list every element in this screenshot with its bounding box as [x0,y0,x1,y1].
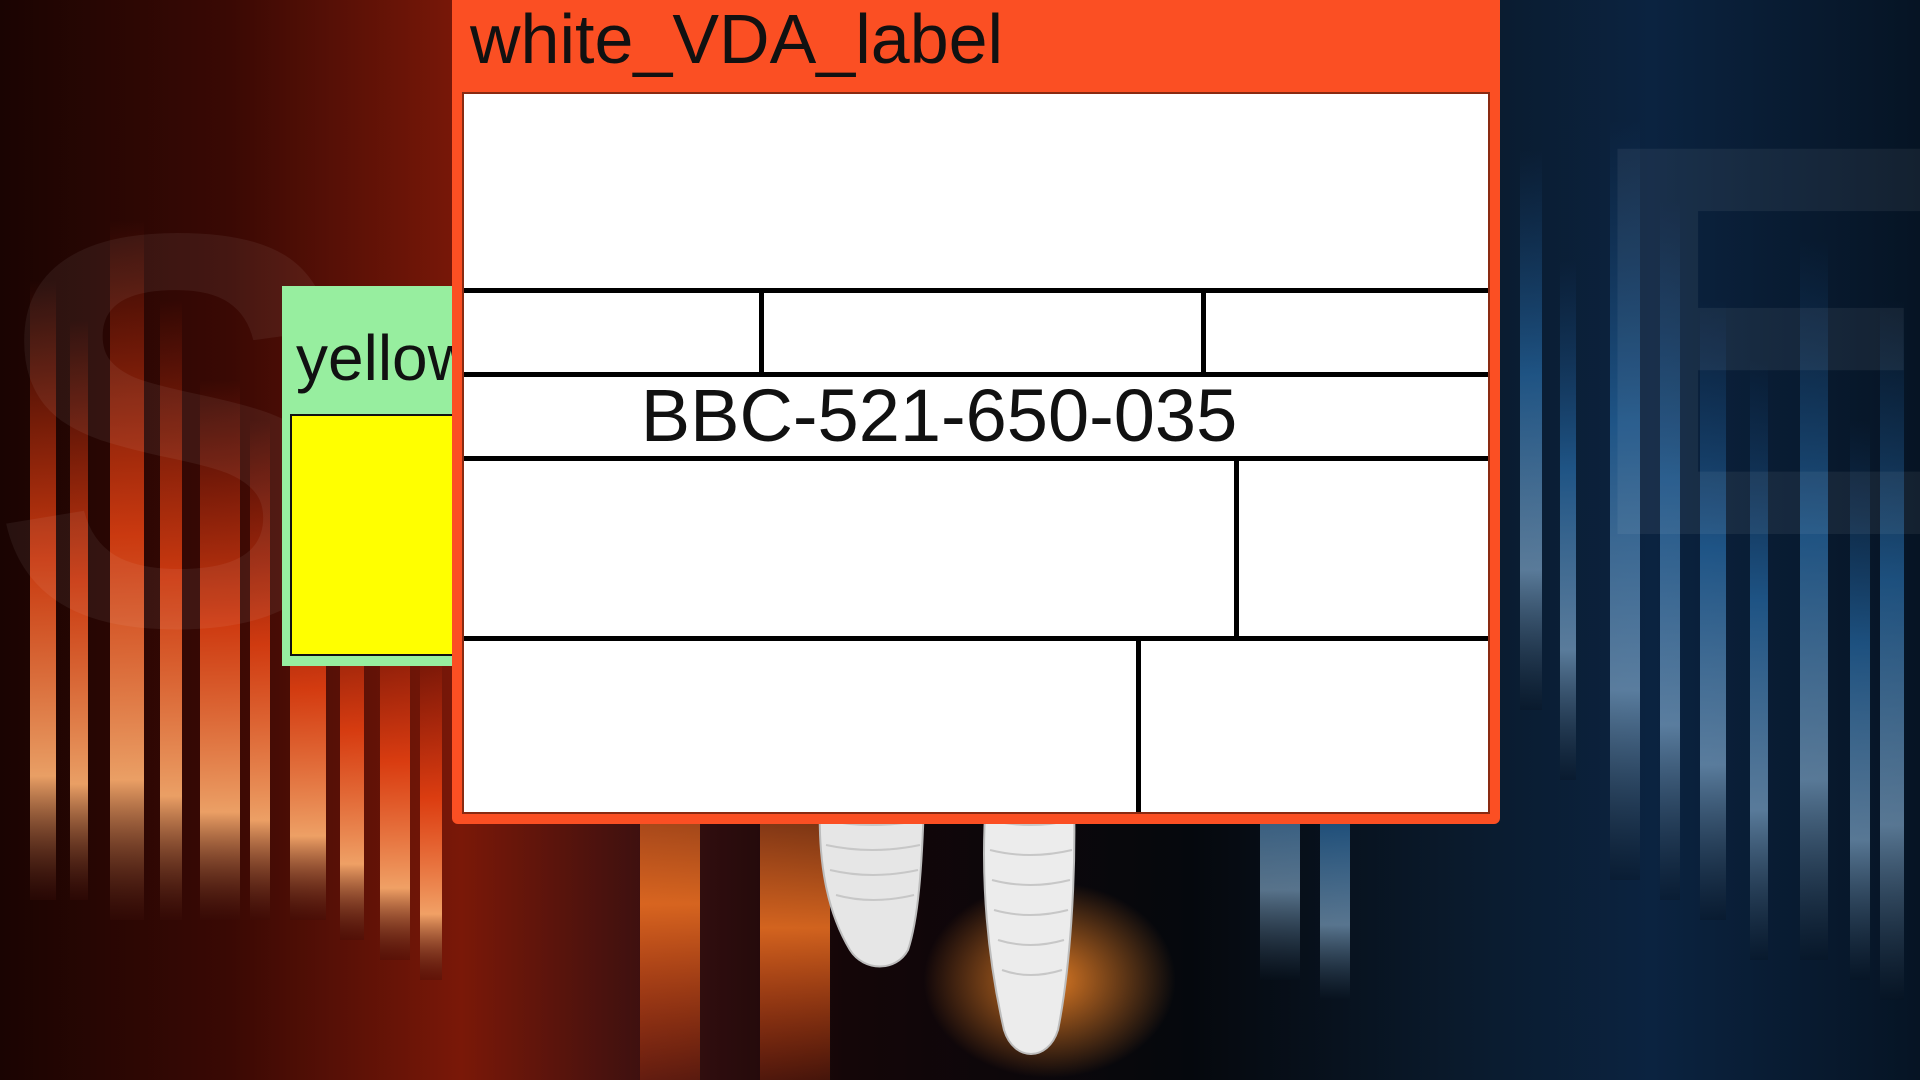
yellow-window[interactable]: yellow [282,286,474,666]
astronaut-figure [818,800,1076,1055]
label-cell-divider-d [1136,638,1141,812]
desktop-background: S E yellow white_VDA_label BBC-521-650-0… [0,0,1920,1080]
label-cell-divider-c [1234,458,1239,638]
label-cell-divider-b [1201,290,1206,374]
label-divider-4 [464,636,1488,641]
vda-label-window[interactable]: white_VDA_label BBC-521-650-035 [452,0,1500,824]
vda-label-window-title: white_VDA_label [470,0,1004,78]
yellow-window-content[interactable] [290,414,472,656]
label-code-text: BBC-521-650-035 [640,374,1238,457]
vda-label-card: BBC-521-650-035 [462,92,1490,814]
yellow-window-title: yellow [296,322,474,394]
label-cell-divider-a [759,290,764,374]
label-divider-1 [464,288,1488,293]
wallpaper-ghost-letter-right: E [1580,27,1920,653]
